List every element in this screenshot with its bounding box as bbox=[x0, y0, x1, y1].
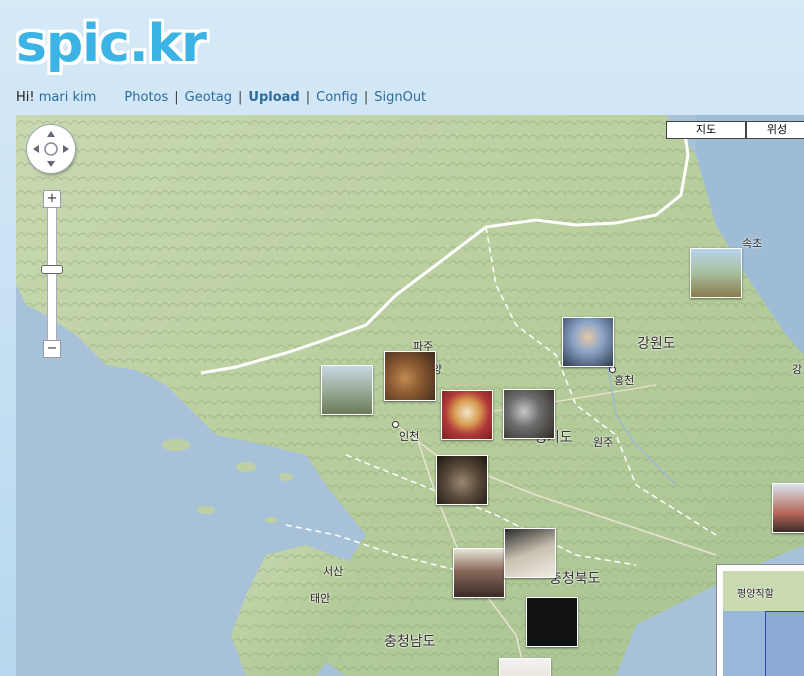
photo-marker-mountain-landscape[interactable] bbox=[321, 365, 373, 415]
map-view[interactable]: 지도 위성 + − 파주 양 인천 원주 홍천 강원도 속초 경기도 서산 태안… bbox=[16, 115, 804, 676]
photo-marker-noodle-bowl[interactable] bbox=[441, 390, 493, 440]
map-type-satellite-button[interactable]: 위성 bbox=[746, 121, 804, 139]
nav-separator: | bbox=[238, 90, 243, 105]
zoom-slider-handle[interactable] bbox=[41, 265, 63, 274]
overview-map[interactable]: 평양직할 bbox=[716, 564, 804, 676]
overview-label: 평양직할 bbox=[737, 589, 774, 600]
greeting: Hi! bbox=[16, 90, 35, 105]
photo-marker-dish-on-table[interactable] bbox=[504, 528, 556, 578]
nav-signout[interactable]: SignOut bbox=[374, 90, 426, 105]
nav-upload[interactable]: Upload bbox=[248, 90, 299, 105]
place-label: 원주 bbox=[593, 436, 614, 449]
photo-marker-restaurant-crowd[interactable] bbox=[453, 548, 505, 598]
pan-control[interactable] bbox=[27, 125, 75, 173]
place-label: 강원도 bbox=[637, 336, 676, 352]
photo-marker-dark-night[interactable] bbox=[526, 597, 578, 647]
city-marker bbox=[392, 421, 399, 428]
nav-separator: | bbox=[305, 90, 311, 105]
nav-separator: | bbox=[363, 90, 369, 105]
zoom-in-button[interactable]: + bbox=[43, 190, 61, 208]
place-label: 속초 bbox=[742, 237, 763, 250]
site-logo[interactable]: spic.kr bbox=[16, 14, 207, 74]
overview-map-inner[interactable]: 평양직할 bbox=[723, 571, 804, 676]
zoom-out-button[interactable]: − bbox=[43, 340, 61, 358]
nav-config[interactable]: Config bbox=[316, 90, 358, 105]
photo-marker-food-plate[interactable] bbox=[384, 351, 436, 401]
nav-separator: | bbox=[174, 90, 179, 105]
photo-marker-person-portrait[interactable] bbox=[562, 317, 614, 367]
place-label: 충청북도 bbox=[549, 571, 601, 587]
place-label: 서산 bbox=[323, 565, 344, 578]
nav-photos[interactable]: Photos bbox=[124, 90, 168, 105]
pan-arrows-icon bbox=[33, 131, 69, 167]
nav-geotag[interactable]: Geotag bbox=[185, 90, 232, 105]
place-label: 충청남도 bbox=[384, 634, 436, 650]
photo-marker-edge-photo[interactable] bbox=[772, 483, 804, 533]
place-label: 태안 bbox=[310, 592, 331, 605]
place-label: 홍천 bbox=[614, 374, 635, 387]
photo-marker-mountain-hill[interactable] bbox=[690, 248, 742, 298]
photo-marker-person-bottom[interactable] bbox=[499, 658, 551, 676]
map-type-map-button[interactable]: 지도 bbox=[666, 121, 746, 139]
top-nav: Hi! mari kim Photos | Geotag | Upload | Config… bbox=[16, 90, 426, 105]
overview-viewport-box[interactable] bbox=[765, 611, 804, 676]
user-link[interactable]: mari kim bbox=[39, 90, 97, 105]
place-label: 인천 bbox=[399, 430, 420, 443]
place-label: 강 bbox=[792, 363, 803, 376]
photo-marker-side-dish[interactable] bbox=[503, 389, 555, 439]
photo-marker-meal-closeup[interactable] bbox=[436, 455, 488, 505]
